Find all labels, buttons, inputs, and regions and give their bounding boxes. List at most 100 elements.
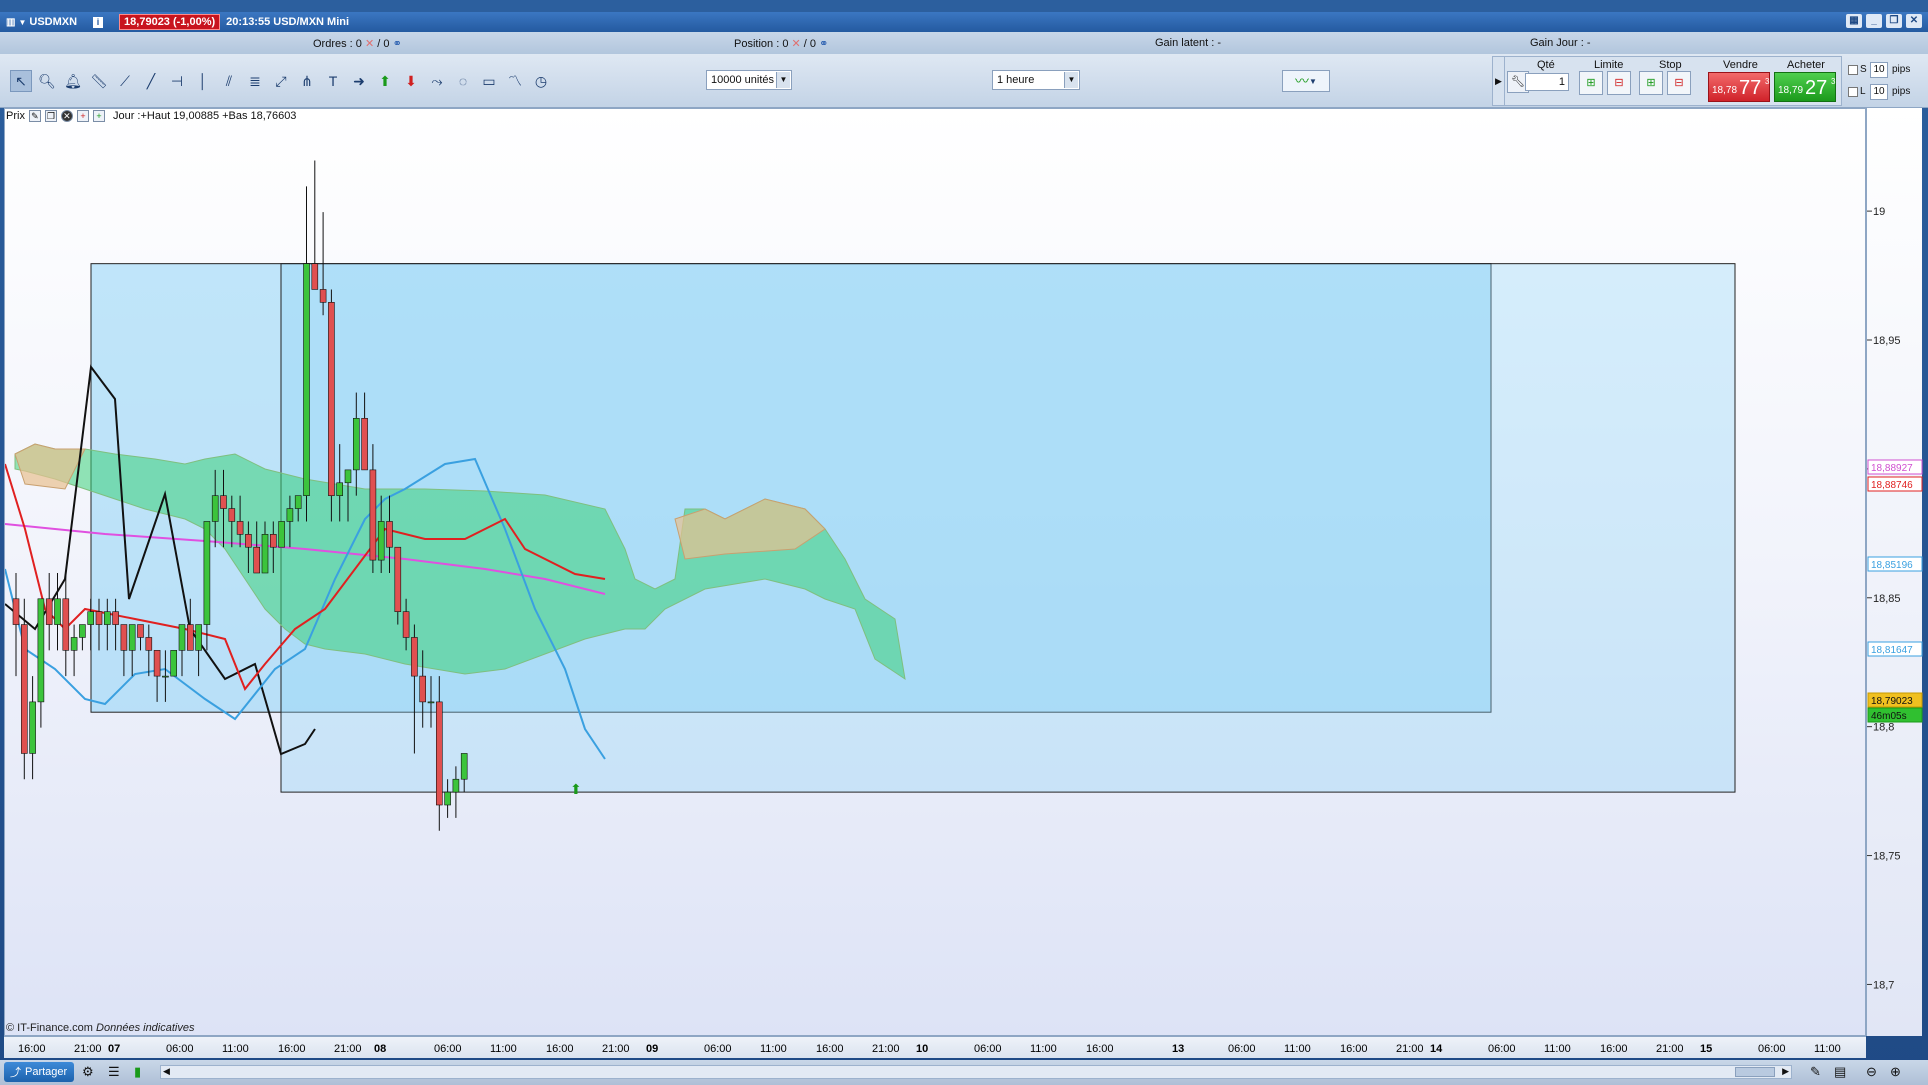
stop-sell-button[interactable]: ⊟ bbox=[1667, 71, 1691, 95]
limit-buy-button[interactable]: ⊞ bbox=[1579, 71, 1603, 95]
draw-mode-icon[interactable]: ✎ bbox=[1810, 1064, 1821, 1080]
info-icon[interactable]: i bbox=[93, 16, 104, 28]
buy-signal-arrow-icon: ⬆ bbox=[570, 781, 582, 797]
sell-price-sup: 3 bbox=[1765, 77, 1770, 86]
close-icon[interactable]: ✕ bbox=[1906, 14, 1922, 28]
candle-body bbox=[137, 624, 144, 638]
zoom-in-icon[interactable]: ⊕ bbox=[1890, 1064, 1901, 1080]
sell-button[interactable]: 18,78 77 3 bbox=[1708, 72, 1770, 102]
price-tag-label: 18,79023 bbox=[1871, 696, 1913, 707]
stop-buy-button[interactable]: ⊞ bbox=[1639, 71, 1663, 95]
cancel-orders-icon[interactable]: ✕ bbox=[365, 38, 374, 50]
time-tick-label: 16:00 bbox=[278, 1043, 306, 1055]
indicator-menu-icon[interactable]: 〰 ▼ bbox=[1282, 70, 1330, 92]
app-window: ▥ ▼ USDMXN i 18,79023 (-1,00%) 20:13:55 … bbox=[0, 0, 1928, 1085]
share-button[interactable]: ⤴ Partager bbox=[4, 1062, 74, 1082]
arrow-right-icon[interactable]: ➜ bbox=[348, 70, 370, 92]
time-tick-label: 06:00 bbox=[1488, 1043, 1516, 1055]
candle-body bbox=[427, 701, 435, 704]
candle-body bbox=[294, 495, 302, 509]
channel-tool-icon[interactable]: ⫽ bbox=[218, 70, 240, 92]
candle-body bbox=[187, 624, 194, 651]
candle-body bbox=[369, 469, 377, 561]
text-tool-icon[interactable]: T bbox=[322, 70, 344, 92]
horizontal-line-icon[interactable]: ⊣ bbox=[166, 70, 188, 92]
time-tick-label: 06:00 bbox=[434, 1043, 462, 1055]
scroll-left-icon[interactable]: ◀ bbox=[163, 1066, 170, 1077]
limit-checkbox[interactable] bbox=[1848, 87, 1858, 97]
regression-tool-icon[interactable]: ⤳ bbox=[426, 70, 448, 92]
time-tick-label: 16:00 bbox=[18, 1043, 46, 1055]
orders-label: Ordres : bbox=[313, 37, 353, 50]
candle-body bbox=[153, 650, 161, 677]
time-tick-label: 14 bbox=[1430, 1043, 1443, 1055]
time-tick-label: 11:00 bbox=[1814, 1043, 1841, 1055]
zoom-tool-icon[interactable]: 🔍︎ bbox=[36, 70, 58, 92]
wrench-icon[interactable]: ✎ bbox=[28, 110, 41, 122]
restore-icon[interactable]: ❐ bbox=[1886, 14, 1902, 28]
minimize-icon[interactable]: _ bbox=[1866, 14, 1882, 28]
limit-sell-button[interactable]: ⊟ bbox=[1607, 71, 1631, 95]
candle-body bbox=[377, 521, 385, 561]
arrow-up-icon[interactable]: ⬆ bbox=[374, 70, 396, 92]
line-tool-icon[interactable]: ╱ bbox=[140, 70, 162, 92]
qty-input[interactable]: 1 bbox=[1525, 73, 1569, 91]
ruler-tool-icon[interactable]: 📏︎ bbox=[88, 70, 110, 92]
buy-label: Acheter bbox=[1787, 59, 1825, 71]
cursor-tool-icon[interactable]: ↖ bbox=[10, 70, 32, 92]
link-icon[interactable]: ⚭ bbox=[819, 38, 828, 50]
price-tag-label: 18,85196 bbox=[1871, 560, 1913, 571]
pitchfork-tool-icon[interactable]: ⋔ bbox=[296, 70, 318, 92]
time-tick-label: 21:00 bbox=[1656, 1043, 1684, 1055]
segment-tool-icon[interactable]: ⟋ bbox=[114, 70, 136, 92]
candle-body bbox=[220, 495, 227, 509]
candle-style-icon[interactable]: ▮ bbox=[134, 1064, 141, 1080]
clock-tool-icon[interactable]: ◷ bbox=[530, 70, 552, 92]
rectangle-tool-icon[interactable]: ▭ bbox=[478, 70, 500, 92]
time-tick-label: 11:00 bbox=[1544, 1043, 1571, 1055]
stop-pips-input[interactable]: 10 bbox=[1870, 62, 1888, 78]
timeframe-select[interactable]: 1 heure ▼ bbox=[992, 70, 1080, 90]
arrow-down-icon[interactable]: ⬇ bbox=[400, 70, 422, 92]
buy-price-small: 18,79 bbox=[1778, 85, 1804, 96]
close-position-icon[interactable]: ✕ bbox=[792, 38, 801, 50]
chart-canvas[interactable]: ⬆ bbox=[4, 109, 1867, 1037]
vertical-line-icon[interactable]: │ bbox=[192, 70, 214, 92]
stop-checkbox[interactable] bbox=[1848, 65, 1858, 75]
position-value2: / 0 bbox=[803, 37, 817, 50]
wave-tool-icon[interactable]: 〽 bbox=[504, 70, 526, 92]
window-icon[interactable]: ❐ bbox=[44, 110, 57, 122]
add-green-icon[interactable]: + bbox=[92, 110, 105, 122]
chart-type-icon[interactable]: ▤ bbox=[1834, 1064, 1846, 1080]
scroll-thumb[interactable] bbox=[1735, 1067, 1775, 1077]
fan-tool-icon[interactable]: ⤢ bbox=[270, 70, 292, 92]
list-icon[interactable]: ☰ bbox=[108, 1064, 120, 1080]
lasso-tool-icon[interactable]: ◌ bbox=[452, 70, 474, 92]
bottom-bar: ⤴ Partager ⚙ ☰ ▮ ◀ ▶ ✎ ▤ ⊖ ⊕ bbox=[0, 1060, 1928, 1085]
zoom-out-icon[interactable]: ⊖ bbox=[1866, 1064, 1877, 1080]
time-axis[interactable]: 16:00 21:00 07 06:00 11:00 16:00 21:00 08 06:00 1… bbox=[4, 1036, 1866, 1058]
alert-bell-icon[interactable]: 🔔︎ bbox=[62, 70, 84, 92]
price-chart[interactable]: ⬆ bbox=[4, 108, 1866, 1036]
units-select[interactable]: 10000 unités ▼ bbox=[706, 70, 792, 90]
info-bar: Ordres : 0 ✕ / 0 ⚭ Position : 0 ✕ / 0 ⚭ … bbox=[0, 32, 1928, 54]
chart-scrollbar[interactable]: ◀ ▶ bbox=[160, 1065, 1792, 1079]
units-value: 10000 unités bbox=[711, 74, 774, 86]
time-tick-label: 06:00 bbox=[704, 1043, 732, 1055]
limit-pips-input[interactable]: 10 bbox=[1870, 84, 1888, 100]
symbol-selector[interactable]: ▥ ▼ USDMXN bbox=[6, 16, 77, 28]
candle-body bbox=[435, 701, 443, 806]
candle-body bbox=[319, 289, 327, 303]
buy-button[interactable]: 18,79 27 3 bbox=[1774, 72, 1836, 102]
layout-icon[interactable]: ▦ bbox=[1846, 14, 1862, 28]
settings-icon[interactable]: ⚙ bbox=[82, 1064, 94, 1080]
share-label: Partager bbox=[25, 1066, 68, 1078]
link-icon[interactable]: ⚭ bbox=[393, 38, 402, 50]
time-tick-label: 09 bbox=[646, 1043, 658, 1055]
add-red-icon[interactable]: + bbox=[76, 110, 89, 122]
collapse-arrow-icon[interactable]: ▶ bbox=[1493, 57, 1505, 105]
fibonacci-tool-icon[interactable]: ≣ bbox=[244, 70, 266, 92]
price-axis[interactable]: 1918,9518,918,8518,818,7518,718,8892718,… bbox=[1866, 108, 1923, 1036]
scroll-right-icon[interactable]: ▶ bbox=[1782, 1066, 1789, 1077]
close-icon[interactable]: ✕ bbox=[60, 110, 73, 122]
